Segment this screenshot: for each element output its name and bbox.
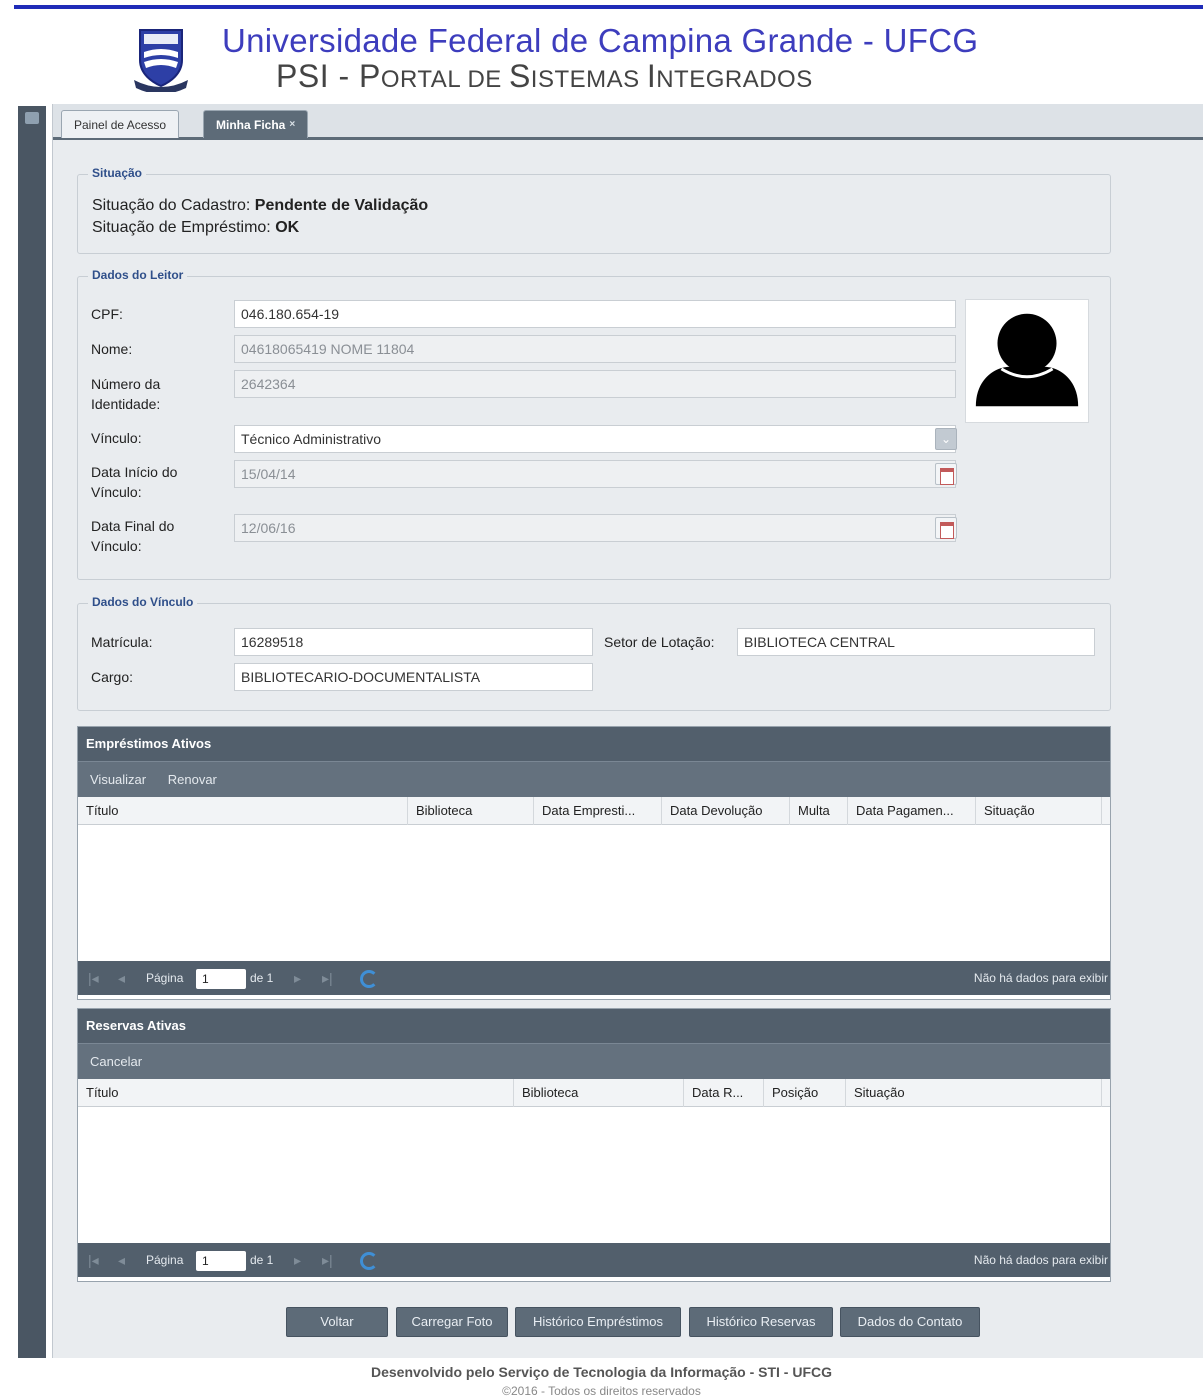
vinculo-label: Vínculo: bbox=[91, 430, 142, 446]
top-accent-line bbox=[14, 5, 1203, 9]
identidade-field[interactable]: 2642364 bbox=[234, 370, 956, 398]
historico-emprestimos-button[interactable]: Histórico Empréstimos bbox=[515, 1307, 681, 1337]
col-titulo[interactable]: Título bbox=[78, 797, 408, 825]
dados-vinculo-fieldset: Dados do Vínculo bbox=[77, 595, 1111, 711]
tab-painel-de-acesso[interactable]: Painel de Acesso bbox=[61, 110, 180, 138]
situacao-emprestimo: Situação de Empréstimo: OK bbox=[92, 219, 300, 236]
university-title: Universidade Federal de Campina Grande -… bbox=[222, 22, 979, 59]
setor-label: Setor de Lotação: bbox=[604, 634, 715, 650]
page-count-label: de 1 bbox=[250, 1253, 274, 1267]
next-page-icon[interactable]: ▸ bbox=[294, 961, 301, 995]
cpf-field[interactable]: 046.180.654-19 bbox=[234, 300, 956, 328]
carregar-foto-button[interactable]: Carregar Foto bbox=[396, 1307, 508, 1337]
matricula-field[interactable]: 16289518 bbox=[234, 628, 593, 656]
page-number-input[interactable]: 1 bbox=[196, 969, 246, 989]
page-count-label: de 1 bbox=[250, 971, 274, 985]
col-situacao[interactable]: Situação bbox=[976, 797, 1102, 825]
col-posicao[interactable]: Posição bbox=[764, 1079, 846, 1107]
reservas-title: Reservas Ativas bbox=[78, 1009, 1110, 1043]
emprestimos-grid: Empréstimos Ativos Visualizar Renovar Tí… bbox=[77, 726, 1111, 1000]
col-situacao[interactable]: Situação bbox=[846, 1079, 1102, 1107]
dados-contato-button[interactable]: Dados do Contato bbox=[840, 1307, 980, 1337]
identidade-label: Número da Identidade: bbox=[91, 376, 161, 412]
nome-label: Nome: bbox=[91, 341, 133, 357]
data-inicio-field[interactable]: 15/04/14 bbox=[234, 460, 956, 488]
cancelar-reserva-button[interactable]: Cancelar bbox=[90, 1054, 142, 1069]
data-final-label: Data Final do Vínculo: bbox=[91, 518, 175, 554]
main-panel: Painel de Acesso Minha Ficha × Situação S… bbox=[52, 104, 1203, 1358]
data-inicio-label: Data Início do Vínculo: bbox=[91, 464, 178, 500]
emprestimos-body bbox=[78, 825, 1110, 961]
col-biblioteca[interactable]: Biblioteca bbox=[514, 1079, 684, 1107]
visualizar-button[interactable]: Visualizar bbox=[90, 772, 146, 787]
next-page-icon[interactable]: ▸ bbox=[294, 1243, 301, 1277]
dados-vinculo-legend: Dados do Vínculo bbox=[88, 595, 198, 609]
expand-panel-icon[interactable] bbox=[25, 112, 39, 124]
cargo-label: Cargo: bbox=[91, 669, 134, 685]
reservas-toolbar: Cancelar bbox=[78, 1043, 1110, 1079]
cpf-label: CPF: bbox=[91, 306, 123, 322]
col-data-reserva[interactable]: Data R... bbox=[684, 1079, 764, 1107]
emprestimos-toolbar: Visualizar Renovar bbox=[78, 761, 1110, 797]
vinculo-select[interactable]: Técnico Administrativo bbox=[234, 425, 956, 453]
cargo-field[interactable]: BIBLIOTECARIO-DOCUMENTALISTA bbox=[234, 663, 593, 691]
col-data-pagamento[interactable]: Data Pagamen... bbox=[848, 797, 976, 825]
ufcg-logo bbox=[134, 29, 188, 92]
situacao-cadastro: Situação do Cadastro: Pendente de Valida… bbox=[92, 197, 429, 214]
footer-credit: Desenvolvido pelo Serviço de Tecnologia … bbox=[370, 1364, 833, 1380]
left-collapsed-panel[interactable] bbox=[18, 106, 46, 1358]
situacao-legend: Situação bbox=[88, 166, 147, 180]
chevron-down-icon[interactable]: ⌄ bbox=[935, 428, 957, 450]
empty-message: Não há dados para exibir bbox=[973, 1253, 1108, 1267]
refresh-icon[interactable] bbox=[360, 1252, 378, 1270]
matricula-label: Matrícula: bbox=[91, 634, 153, 650]
data-final-field[interactable]: 12/06/16 bbox=[234, 514, 956, 542]
col-data-devolucao[interactable]: Data Devolução bbox=[662, 797, 790, 825]
col-multa[interactable]: Multa bbox=[790, 797, 848, 825]
col-data-emprestimo[interactable]: Data Empresti... bbox=[534, 797, 662, 825]
reservas-body bbox=[78, 1107, 1110, 1243]
voltar-button[interactable]: Voltar bbox=[286, 1307, 388, 1337]
close-icon[interactable]: × bbox=[289, 119, 295, 130]
setor-field[interactable]: BIBLIOTECA CENTRAL bbox=[737, 628, 1095, 656]
last-page-icon[interactable]: ▸| bbox=[322, 1243, 333, 1277]
empty-message: Não há dados para exibir bbox=[973, 971, 1108, 985]
reservas-header: Título Biblioteca Data R... Posição Situ… bbox=[78, 1079, 1110, 1107]
user-photo-avatar bbox=[965, 299, 1089, 423]
calendar-icon[interactable] bbox=[935, 463, 957, 485]
historico-reservas-button[interactable]: Histórico Reservas bbox=[689, 1307, 833, 1337]
col-titulo[interactable]: Título bbox=[78, 1079, 514, 1107]
first-page-icon[interactable]: |◂ bbox=[88, 961, 99, 995]
calendar-icon[interactable] bbox=[935, 517, 957, 539]
prev-page-icon[interactable]: ◂ bbox=[118, 961, 125, 995]
reservas-grid: Reservas Ativas Cancelar Título Bibliote… bbox=[77, 1008, 1111, 1282]
tab-strip: Painel de Acesso Minha Ficha × bbox=[53, 104, 1203, 140]
prev-page-icon[interactable]: ◂ bbox=[118, 1243, 125, 1277]
page-number-input[interactable]: 1 bbox=[196, 1251, 246, 1271]
last-page-icon[interactable]: ▸| bbox=[322, 961, 333, 995]
emprestimos-pager: |◂ ◂ Página 1 de 1 ▸ ▸| Não há dados par… bbox=[78, 961, 1110, 995]
reservas-pager: |◂ ◂ Página 1 de 1 ▸ ▸| Não há dados par… bbox=[78, 1243, 1110, 1277]
tab-minha-ficha[interactable]: Minha Ficha × bbox=[203, 110, 309, 138]
situacao-fieldset: Situação Situação do Cadastro: Pendente … bbox=[77, 166, 1111, 254]
pagina-label: Página bbox=[146, 1253, 184, 1267]
col-biblioteca[interactable]: Biblioteca bbox=[408, 797, 534, 825]
pagina-label: Página bbox=[146, 971, 184, 985]
refresh-icon[interactable] bbox=[360, 970, 378, 988]
dados-leitor-legend: Dados do Leitor bbox=[88, 268, 188, 282]
first-page-icon[interactable]: |◂ bbox=[88, 1243, 99, 1277]
nome-field[interactable]: 04618065419 NOME 11804 bbox=[234, 335, 956, 363]
renovar-button[interactable]: Renovar bbox=[168, 772, 217, 787]
emprestimos-header: Título Biblioteca Data Empresti... Data … bbox=[78, 797, 1110, 825]
footer-copyright: ©2016 - Todos os direitos reservados bbox=[502, 1384, 701, 1398]
portal-title: PSI - PORTAL DE SISTEMAS INTEGRADOS bbox=[276, 58, 813, 94]
emprestimos-title: Empréstimos Ativos bbox=[78, 727, 1110, 761]
